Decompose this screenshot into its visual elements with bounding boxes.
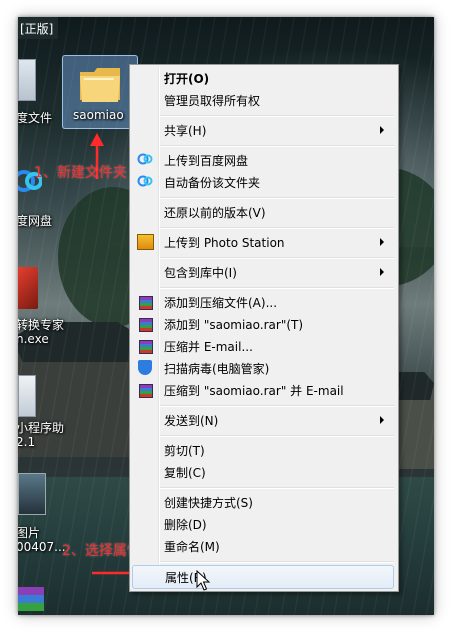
winrar-icon [139,318,153,332]
menu-label: 压缩并 E-mail... [164,340,253,354]
menu-item-admin-owner[interactable]: 管理员取得所有权 [132,89,394,111]
chevron-right-icon [380,416,384,424]
menu-item-upload-baidu[interactable]: 上传到百度网盘 [132,149,394,171]
menu-item-scan-virus[interactable]: 扫描病毒(电脑管家) [132,357,394,379]
winrar-icon [139,340,153,354]
menu-item-send-to[interactable]: 发送到(N) [132,409,394,431]
menu-separator [160,435,394,437]
menu-separator [160,287,394,289]
desktop-item-label[interactable]: n.exe [18,332,49,346]
menu-item-compress-email[interactable]: 压缩并 E-mail... [132,335,394,357]
baidu-cloud-icon [137,153,153,165]
desktop-item-label[interactable]: 转换专家 [18,316,64,333]
menu-label: 还原以前的版本(V) [164,206,266,220]
menu-label: 扫描病毒(电脑管家) [164,362,270,376]
menu-label: 自动备份该文件夹 [164,176,261,190]
image-thumbnail-icon[interactable] [18,473,46,515]
window-title-fragment: [正版] [18,17,58,39]
menu-item-open[interactable]: 打开(O) [132,67,394,89]
desktop-item-label[interactable]: 2.1 [18,435,35,449]
menu-item-add-rar[interactable]: 添加到 "saomiao.rar"(T) [132,313,394,335]
converter-app-icon[interactable] [18,267,38,309]
menu-item-include-library[interactable]: 包含到库中(I) [132,261,394,283]
menu-label: 创建快捷方式(S) [164,496,253,510]
menu-label: 管理员取得所有权 [164,94,261,108]
menu-label: 添加到压缩文件(A)... [164,296,278,310]
menu-label: 压缩到 "saomiao.rar" 并 E-mail [164,384,344,398]
selected-folder-saomiao[interactable]: saomiao [62,55,138,129]
menu-label: 包含到库中(I) [164,266,237,280]
menu-separator [160,257,394,259]
file-icon[interactable] [18,59,36,101]
chevron-right-icon [380,268,384,276]
menu-item-share[interactable]: 共享(H) [132,119,394,141]
menu-separator [160,145,394,147]
menu-item-cut[interactable]: 剪切(T) [132,439,394,461]
menu-item-restore[interactable]: 还原以前的版本(V) [132,201,394,223]
menu-item-rename[interactable]: 重命名(M) [132,535,394,557]
menu-item-add-archive[interactable]: 添加到压缩文件(A)... [132,291,394,313]
menu-item-create-shortcut[interactable]: 创建快捷方式(S) [132,491,394,513]
desktop-item-label[interactable]: 度网盘 [18,212,52,229]
menu-item-delete[interactable]: 删除(D) [132,513,394,535]
menu-label: 上传到 Photo Station [164,236,285,250]
menu-separator [160,405,394,407]
desktop-item-label[interactable]: 小程序助 [18,419,64,436]
winrar-icon [139,296,153,310]
menu-label: 共享(H) [164,124,207,138]
menu-label: 上传到百度网盘 [164,154,249,168]
desktop-item-label[interactable]: 度文件 [18,109,52,126]
menu-item-compress-rar-email[interactable]: 压缩到 "saomiao.rar" 并 E-mail [132,379,394,401]
winrar-icon[interactable] [18,587,44,611]
menu-label: 打开(O) [164,72,210,86]
menu-item-auto-backup[interactable]: 自动备份该文件夹 [132,171,394,193]
context-menu: 打开(O) 管理员取得所有权 共享(H) 上传到百度网盘 自动备份该文件夹 还原… [129,64,399,592]
chevron-right-icon [380,126,384,134]
menu-label: 发送到(N) [164,414,219,428]
shield-icon [138,360,152,375]
menu-separator [160,115,394,117]
menu-item-upload-photo-station[interactable]: 上传到 Photo Station [132,231,394,253]
menu-label: 删除(D) [164,518,207,532]
desktop-item-label[interactable]: 00407... [18,540,66,554]
menu-label: 添加到 "saomiao.rar"(T) [164,318,304,332]
menu-label: 剪切(T) [164,444,205,458]
menu-label: 复制(C) [164,466,206,480]
photo-station-icon [137,234,154,250]
desktop-item-label[interactable]: 图片 [18,524,40,541]
menu-item-properties[interactable]: 属性(R) [132,565,394,589]
menu-label: 重命名(M) [164,540,220,554]
mouse-pointer-icon [196,570,210,591]
menu-separator [160,197,394,199]
winrar-icon [139,384,153,398]
baidu-cloud-icon [137,175,153,187]
annotation-step1: 1、新建文件夹 [34,165,127,181]
topbar-text: [正版] [20,22,54,36]
menu-separator [160,227,394,229]
chevron-right-icon [380,238,384,246]
menu-separator [160,487,394,489]
file-icon[interactable] [18,375,36,417]
folder-icon [80,68,120,102]
menu-item-copy[interactable]: 复制(C) [132,461,394,483]
folder-label: saomiao [73,108,124,122]
menu-separator [160,561,394,563]
